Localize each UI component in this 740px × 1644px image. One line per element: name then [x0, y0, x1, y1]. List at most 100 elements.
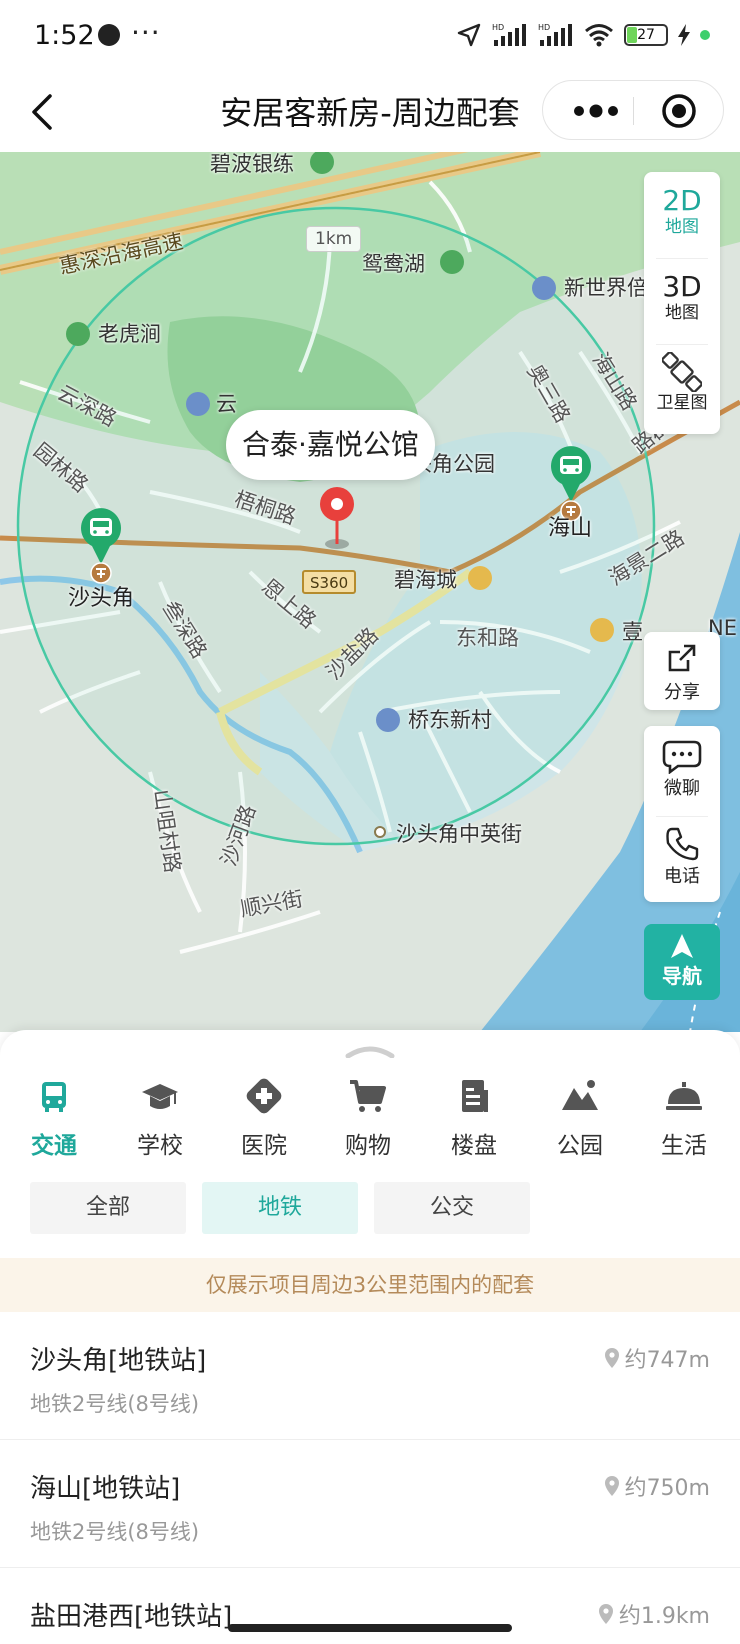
- service-bell-icon: [666, 1082, 702, 1110]
- list-item[interactable]: 沙头角[地铁站] 地铁2号线(8号线) 约747m: [0, 1312, 740, 1440]
- chat-button[interactable]: 微聊: [644, 734, 720, 800]
- map-2d-sublabel: 地图: [665, 217, 699, 237]
- chip-bus[interactable]: 公交: [374, 1182, 530, 1234]
- sheet-handle[interactable]: [344, 1044, 396, 1058]
- poi-label-new-world: 新世界倍: [564, 276, 648, 300]
- map-3d-button[interactable]: 3D 地图: [644, 272, 720, 324]
- bus-icon: [42, 1082, 66, 1112]
- navigate-label: 导航: [662, 964, 702, 988]
- shopping-mall-icon: [590, 618, 614, 642]
- list-item[interactable]: 盐田港西[地铁站] 约1.9km: [0, 1568, 740, 1644]
- mini-program-capsule: [542, 80, 724, 140]
- map-scale: 1km: [306, 226, 362, 252]
- list-item-subtitle: 地铁2号线(8号线): [30, 1392, 200, 1416]
- poi-label-yi: 壹: [622, 620, 643, 644]
- bus-station-icon: [551, 446, 591, 502]
- list-item-distance: 约750m: [603, 1470, 710, 1502]
- metro-station-marker[interactable]: [78, 506, 124, 584]
- chip-all[interactable]: 全部: [30, 1182, 186, 1234]
- capsule-divider: [633, 97, 634, 125]
- home-indicator[interactable]: [228, 1624, 512, 1632]
- project-name-bubble[interactable]: 合泰·嘉悦公馆: [226, 410, 435, 480]
- hospital-icon: [246, 1078, 282, 1114]
- tab-hospital[interactable]: 医院: [214, 1076, 314, 1160]
- tab-label: 学校: [137, 1133, 183, 1159]
- list-item[interactable]: 海山[地铁站] 地铁2号线(8号线) 约750m: [0, 1440, 740, 1568]
- svg-text:HD: HD: [492, 23, 504, 32]
- navigate-button[interactable]: 导航: [644, 924, 720, 1000]
- bottom-sheet: 交通 学校 医院 购物 楼盘 公园 生活 全部 地铁 公交 仅展示项目周边3公里…: [0, 1030, 740, 1644]
- navigation-arrow-icon: [671, 934, 693, 958]
- header: 安居客新房-周边配套: [0, 74, 740, 152]
- tab-school[interactable]: 学校: [110, 1076, 210, 1160]
- list-item-title: 海山[地铁站]: [30, 1474, 181, 1504]
- map-2d-button[interactable]: 2D 地图: [644, 186, 720, 238]
- location-marker-icon: [598, 1604, 613, 1624]
- tool-divider: [656, 816, 708, 817]
- status-icons: HD HD 27: [456, 20, 710, 50]
- location-marker-icon: [604, 1476, 619, 1496]
- tab-label: 楼盘: [451, 1133, 497, 1159]
- community-icon: [376, 708, 400, 732]
- list-item-title: 沙头角[地铁站]: [30, 1346, 207, 1376]
- poi-label-yun: 云: [216, 392, 237, 416]
- poi-label-bibo: 碧波银练: [210, 152, 294, 176]
- list-item-subtitle: 地铁2号线(8号线): [30, 1520, 200, 1544]
- location-pin-icon[interactable]: [316, 486, 358, 552]
- poi-label-zhongying: 沙头角中英街: [396, 822, 522, 846]
- share-icon: [668, 644, 696, 672]
- satellite-label: 卫星图: [656, 393, 708, 413]
- phone-button[interactable]: 电话: [644, 822, 720, 888]
- tab-life[interactable]: 生活: [634, 1076, 734, 1160]
- tool-divider: [656, 344, 708, 345]
- tab-property[interactable]: 楼盘: [424, 1076, 524, 1160]
- tab-shopping[interactable]: 购物: [318, 1076, 418, 1160]
- satellite-icon: [662, 352, 702, 392]
- category-tabs: 交通 学校 医院 购物 楼盘 公园 生活: [0, 1076, 740, 1176]
- tab-label: 生活: [661, 1133, 707, 1159]
- chat-bubble-icon: [662, 740, 702, 774]
- scenic-spot-icon: [66, 322, 90, 346]
- cart-icon: [350, 1080, 386, 1112]
- distance-value: 约750m: [624, 1476, 710, 1501]
- scenic-spot-icon: [440, 250, 464, 274]
- distance-value: 约1.9km: [618, 1604, 710, 1629]
- map-2d-label: 2D: [662, 184, 702, 217]
- park-icon: [562, 1080, 598, 1110]
- tab-label: 医院: [241, 1133, 287, 1159]
- tab-label: 购物: [345, 1133, 391, 1159]
- privacy-indicator-icon: [700, 30, 710, 40]
- distance-value: 约747m: [624, 1348, 710, 1373]
- range-notice: 仅展示项目周边3公里范围内的配套: [0, 1258, 740, 1312]
- tab-park[interactable]: 公园: [530, 1076, 630, 1160]
- tab-label: 交通: [31, 1133, 77, 1159]
- school-icon: [142, 1084, 178, 1109]
- chip-metro[interactable]: 地铁: [202, 1182, 358, 1234]
- metro-station-marker[interactable]: [548, 444, 594, 522]
- map-view[interactable]: 1km 碧波银练 惠深沿海高速 鸳鸯湖 新世界倍 老虎涧 云深路 云 园林路 沙…: [0, 152, 740, 1032]
- share-button[interactable]: 分享: [644, 632, 720, 710]
- app-notification-icon: [98, 24, 120, 46]
- map-3d-sublabel: 地图: [665, 303, 699, 323]
- more-menu-button[interactable]: [571, 99, 621, 123]
- satellite-button[interactable]: 卫星图: [644, 352, 720, 414]
- building-icon: [462, 1080, 488, 1112]
- status-bar: 1:52 ··· HD HD 27: [0, 0, 740, 74]
- phone-icon: [666, 827, 699, 861]
- share-label: 分享: [664, 682, 700, 703]
- chat-label: 微聊: [664, 778, 700, 799]
- poi-label-qiaodong: 桥东新村: [408, 708, 492, 732]
- contact-panel: 微聊 电话: [644, 726, 720, 902]
- status-time: 1:52: [34, 20, 95, 51]
- map-3d-label: 3D: [662, 270, 702, 303]
- charging-bolt-icon: [678, 24, 690, 46]
- road-label-donghe: 东和路: [456, 626, 519, 650]
- close-mini-program-button[interactable]: [661, 93, 697, 129]
- location-marker-icon: [604, 1348, 619, 1368]
- wifi-icon: [585, 24, 613, 47]
- shopping-mall-icon: [468, 566, 492, 590]
- tab-transport[interactable]: 交通: [4, 1076, 104, 1160]
- community-icon: [532, 276, 556, 300]
- station-label: 海山: [548, 516, 593, 541]
- list-item-title: 盐田港西[地铁站]: [30, 1602, 233, 1632]
